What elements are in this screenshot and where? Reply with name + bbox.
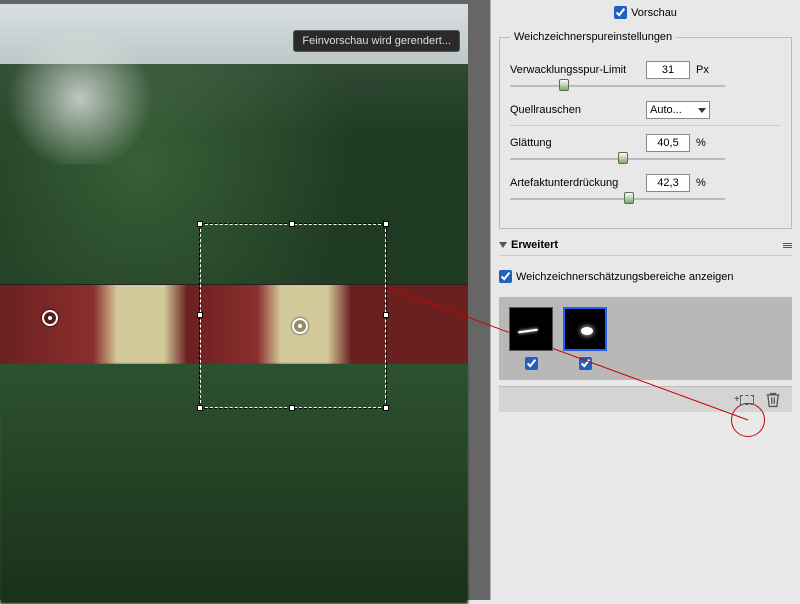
preview-checkbox[interactable]: [614, 6, 627, 19]
blur-estimation-region[interactable]: [200, 224, 386, 408]
shake-reduction-panel: Vorschau Weichzeichnerspureinstellungen …: [490, 0, 800, 600]
show-regions-label: Weichzeichnerschätzungsbereiche anzeigen: [516, 271, 734, 283]
source-noise-dropdown[interactable]: Auto...: [646, 101, 710, 119]
source-noise-value: Auto...: [650, 104, 682, 116]
region-thumbnail[interactable]: [563, 307, 607, 351]
artifact-slider[interactable]: [510, 194, 781, 204]
panel-menu-icon[interactable]: [783, 243, 792, 248]
region-enable-checkbox[interactable]: [579, 357, 592, 370]
resize-handle[interactable]: [197, 221, 203, 227]
resize-handle[interactable]: [383, 221, 389, 227]
canvas-area[interactable]: Feinvorschau wird gerendert...: [0, 0, 490, 600]
artifact-label: Artefaktunterdrückung: [510, 177, 640, 189]
smoothing-unit: %: [696, 137, 712, 149]
resize-handle[interactable]: [197, 405, 203, 411]
resize-handle[interactable]: [289, 405, 295, 411]
delete-region-button[interactable]: [764, 391, 782, 409]
artifact-unit: %: [696, 177, 712, 189]
preview-label: Vorschau: [631, 7, 677, 19]
resize-handle[interactable]: [289, 221, 295, 227]
add-region-button[interactable]: [738, 391, 756, 409]
blur-bounds-input[interactable]: 31: [646, 61, 690, 79]
blur-trace-settings-group: Weichzeichnerspureinstellungen Verwacklu…: [499, 31, 792, 229]
render-status-toast: Feinvorschau wird gerendert...: [293, 30, 460, 52]
region-thumbnails-area: [499, 297, 792, 380]
region-enable-checkbox[interactable]: [525, 357, 538, 370]
blur-bounds-unit: Px: [696, 64, 712, 76]
add-selection-icon: [740, 395, 754, 405]
advanced-header-label: Erweitert: [511, 239, 558, 251]
blur-bounds-slider[interactable]: [510, 81, 781, 91]
show-regions-checkbox[interactable]: [499, 270, 512, 283]
region-thumbnail[interactable]: [509, 307, 553, 351]
artifact-input[interactable]: 42,3: [646, 174, 690, 192]
smoothing-input[interactable]: 40,5: [646, 134, 690, 152]
blur-trace-legend: Weichzeichnerspureinstellungen: [510, 31, 676, 43]
advanced-section-header[interactable]: Erweitert: [499, 235, 792, 256]
trash-icon: [764, 391, 782, 409]
blur-bounds-label: Verwacklungsspur-Limit: [510, 64, 640, 76]
source-noise-label: Quellrauschen: [510, 104, 640, 116]
smoothing-slider[interactable]: [510, 154, 781, 164]
region-center-pin[interactable]: [292, 318, 308, 334]
resize-handle[interactable]: [197, 312, 203, 318]
smoothing-label: Glättung: [510, 137, 640, 149]
chevron-down-icon: [698, 108, 706, 113]
resize-handle[interactable]: [383, 405, 389, 411]
resize-handle[interactable]: [383, 312, 389, 318]
disclosure-triangle-icon: [499, 242, 507, 248]
preview-row: Vorschau: [499, 6, 792, 19]
region-center-pin[interactable]: [42, 310, 58, 326]
region-toolbar: [499, 386, 792, 412]
